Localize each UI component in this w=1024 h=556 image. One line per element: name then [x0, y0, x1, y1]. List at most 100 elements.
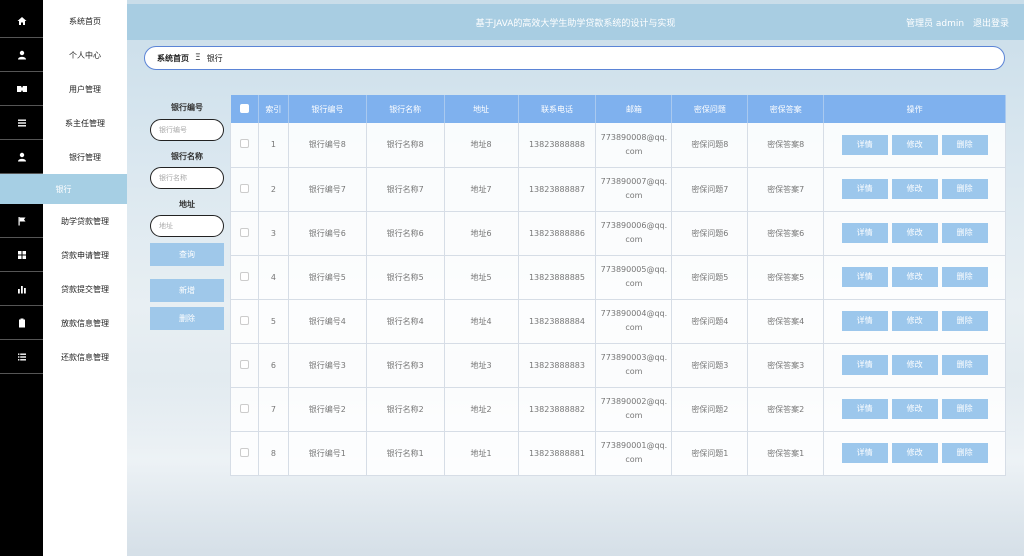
cell-bank-code: 银行编号4 — [288, 299, 367, 344]
detail-button[interactable]: 详情 — [841, 134, 888, 155]
row-checkbox[interactable] — [239, 227, 249, 237]
delete-button[interactable]: 删除 — [941, 443, 988, 463]
cell-bank-name: 银行名称7 — [366, 167, 445, 212]
sidebar-item-profile[interactable]: 个人中心 — [0, 38, 127, 72]
cell-actions: 详情 修改 删除 — [823, 299, 1006, 344]
sidebar-item-bank[interactable]: 银行管理 — [0, 140, 127, 174]
query-button[interactable]: 查询 — [150, 243, 224, 266]
sidebar-item-label: 贷款提交管理 — [61, 284, 109, 294]
row-select-cell — [230, 343, 259, 388]
table-row: 4 银行编号5 银行名称5 地址5 13823888885 773890005@qq. co… — [230, 255, 1006, 300]
cell-index: 2 — [258, 167, 289, 212]
cell-bank-name: 银行名称8 — [366, 123, 445, 168]
edit-button[interactable]: 修改 — [891, 311, 938, 331]
sidebar-item-home[interactable]: 系统首页 — [0, 4, 127, 38]
detail-button[interactable]: 详情 — [841, 355, 888, 375]
cell-address: 地址3 — [444, 343, 519, 388]
detail-button[interactable]: 详情 — [841, 223, 888, 243]
row-checkbox[interactable] — [239, 359, 249, 369]
add-button[interactable]: 新增 — [150, 279, 224, 302]
delete-button[interactable]: 删除 — [941, 399, 988, 419]
delete-button[interactable]: 删除 — [941, 267, 988, 287]
cell-phone: 13823888883 — [518, 343, 597, 388]
sidebar-item-loan-submit[interactable]: 贷款提交管理 — [0, 272, 127, 306]
email-line-2: com — [625, 191, 643, 200]
cell-address: 地址6 — [444, 211, 519, 256]
edit-button[interactable]: 修改 — [891, 267, 938, 287]
email-line-1: 773890006@qq. — [600, 221, 668, 230]
delete-button[interactable]: 删除 — [941, 311, 988, 331]
edit-button[interactable]: 修改 — [891, 443, 938, 463]
row-checkbox[interactable] — [239, 139, 249, 149]
current-user: 管理员 admin — [906, 18, 965, 29]
row-checkbox[interactable] — [239, 315, 249, 325]
cell-index: 7 — [258, 387, 289, 432]
cell-email: 773890004@qq. com — [595, 299, 673, 344]
cell-question: 密保问题7 — [671, 167, 749, 212]
edit-button[interactable]: 修改 — [891, 179, 938, 199]
row-checkbox[interactable] — [239, 183, 249, 193]
edit-button[interactable]: 修改 — [891, 355, 938, 375]
table-row: 5 银行编号4 银行名称4 地址4 13823888884 773890004@qq. co… — [230, 299, 1006, 344]
sidebar-item-disburse[interactable]: 放款信息管理 — [0, 306, 127, 340]
sidebar-item-loan-apply[interactable]: 贷款申请管理 — [0, 238, 127, 272]
table-header-row: 索引 银行编号 银行名称 地址 联系电话 邮箱 密保问题 密保答案 操作 — [230, 95, 1006, 123]
detail-button[interactable]: 详情 — [841, 179, 888, 199]
grid-icon — [0, 238, 43, 272]
table-row: 1 银行编号8 银行名称8 地址8 13823888888 773890008@qq. co… — [230, 123, 1006, 168]
row-checkbox[interactable] — [239, 271, 249, 281]
detail-button[interactable]: 详情 — [841, 399, 888, 419]
row-checkbox[interactable] — [239, 447, 249, 457]
delete-button[interactable]: 删除 — [941, 223, 988, 243]
row-select-cell — [230, 255, 259, 300]
cell-question: 密保问题3 — [671, 343, 749, 388]
edit-button[interactable]: 修改 — [891, 399, 938, 419]
sidebar-item-label: 用户管理 — [69, 84, 101, 94]
sidebar-item-loan[interactable]: 助学贷款管理 — [0, 204, 127, 238]
cell-address: 地址8 — [444, 123, 519, 168]
cell-phone: 13823888887 — [518, 167, 597, 212]
sidebar-item-label: 还款信息管理 — [61, 352, 109, 362]
address-input[interactable]: 地址 — [150, 215, 224, 237]
cell-answer: 密保答案5 — [747, 255, 825, 300]
cell-actions: 详情 修改 删除 — [823, 211, 1006, 256]
detail-button[interactable]: 详情 — [841, 267, 888, 287]
sidebar-item-label: 系主任管理 — [65, 118, 105, 128]
sidebar-item-repay[interactable]: 还款信息管理 — [0, 340, 127, 374]
bank-table: 索引 银行编号 银行名称 地址 联系电话 邮箱 密保问题 密保答案 操作 1 银行… — [230, 95, 1006, 476]
edit-button[interactable]: 修改 — [891, 223, 938, 243]
detail-button[interactable]: 详情 — [841, 311, 888, 331]
edit-button[interactable]: 修改 — [891, 134, 938, 155]
sidebar-item-users[interactable]: 用户管理 — [0, 72, 127, 106]
email-line-2: com — [625, 367, 643, 376]
cell-phone: 13823888885 — [518, 255, 597, 300]
email-line-1: 773890008@qq. — [600, 132, 668, 142]
cell-question: 密保问题8 — [671, 123, 749, 168]
cell-address: 地址1 — [444, 431, 519, 476]
delete-button[interactable]: 删除 — [941, 134, 988, 155]
sidebar-subitem-bank[interactable]: 银行 — [0, 174, 127, 204]
sidebar: 系统首页 个人中心 用户管理 系主任管理 银行管理 银行 助学贷款管理 贷款申请… — [0, 0, 127, 556]
top-header: 基于JAVA的高效大学生助学贷款系统的设计与实现 管理员 admin 退出登录 — [127, 4, 1024, 40]
bank-name-input[interactable]: 银行名称 — [150, 167, 224, 189]
cell-index: 1 — [258, 123, 289, 168]
batch-delete-button[interactable]: 删除 — [150, 307, 224, 330]
sidebar-item-director[interactable]: 系主任管理 — [0, 106, 127, 140]
bank-code-input[interactable]: 银行编号 — [150, 119, 224, 141]
sidebar-item-label: 助学贷款管理 — [61, 216, 109, 226]
cell-email: 773890008@qq. com — [595, 123, 673, 168]
delete-button[interactable]: 删除 — [941, 179, 988, 199]
breadcrumb-current: 银行 — [206, 53, 223, 63]
delete-button[interactable]: 删除 — [941, 355, 988, 375]
logout-link[interactable]: 退出登录 — [973, 19, 1009, 29]
row-checkbox[interactable] — [239, 403, 249, 413]
cell-phone: 13823888884 — [518, 299, 597, 344]
email-line-2: com — [625, 455, 643, 464]
detail-button[interactable]: 详情 — [841, 443, 888, 463]
sidebar-item-label: 放款信息管理 — [61, 318, 109, 328]
cell-bank-code: 银行编号6 — [288, 211, 367, 256]
bar-chart-icon — [0, 272, 43, 306]
select-all-checkbox[interactable] — [239, 103, 249, 113]
breadcrumb-home[interactable]: 系统首页 — [157, 53, 189, 64]
flag-icon — [0, 204, 43, 238]
